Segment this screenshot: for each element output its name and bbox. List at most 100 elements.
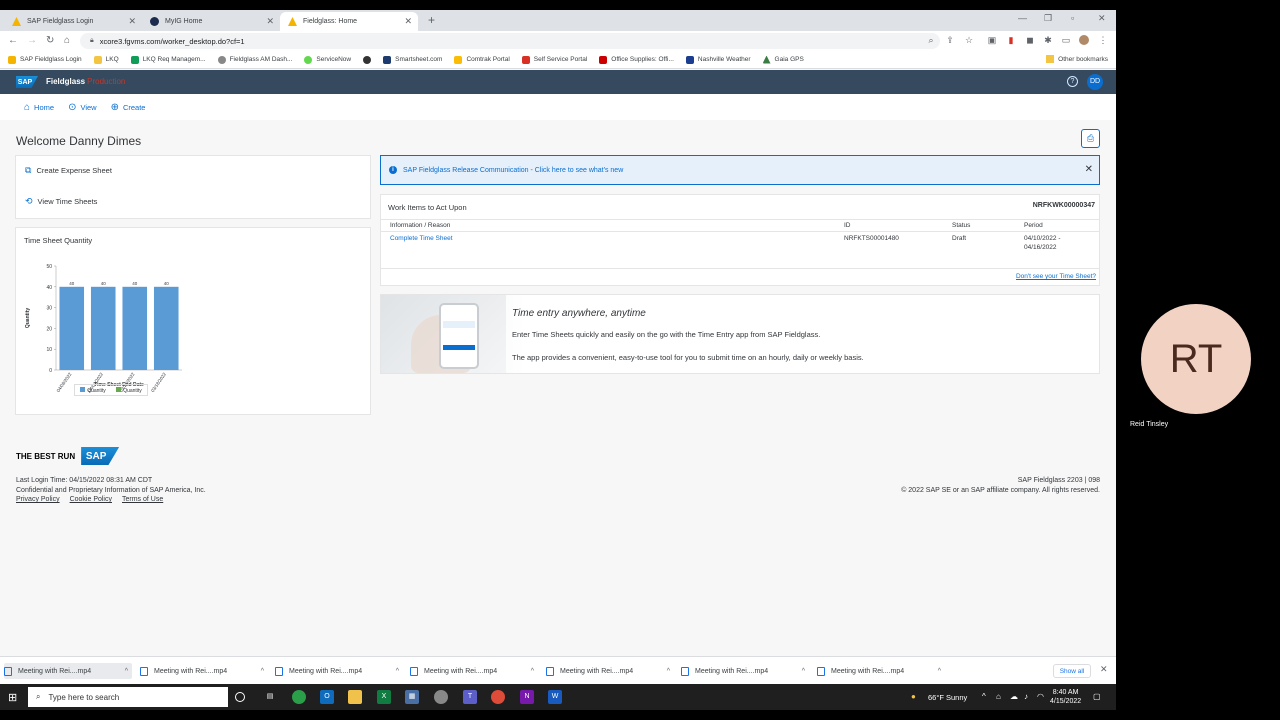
legend-item[interactable]: Quantity	[116, 386, 142, 394]
restore-icon[interactable]: ❐	[1044, 13, 1052, 24]
tab-sap-fieldglass-login[interactable]: SAP Fieldglass Login ✕	[4, 12, 142, 31]
chrome-icon[interactable]	[491, 690, 505, 704]
menu-dots-icon[interactable]: ⋮	[1098, 35, 1108, 45]
taskbar-search[interactable]: ⌕ Type here to search	[28, 687, 228, 707]
reload-icon[interactable]: ↻	[46, 35, 54, 46]
view-time-sheets-link[interactable]: ⟲ View Time Sheets	[25, 196, 97, 207]
windows-start-icon[interactable]: ⊞	[8, 691, 17, 704]
banner-text[interactable]: SAP Fieldglass Release Communication - C…	[403, 167, 623, 174]
chrome-alt-icon[interactable]	[292, 690, 306, 704]
download-item[interactable]: Meeting with Rei....mp4 ^	[681, 663, 809, 679]
task-view-icon[interactable]: ▤	[263, 690, 277, 704]
extension-icon[interactable]: ▣	[987, 35, 997, 45]
bookmark-star-icon[interactable]: ☆	[964, 35, 974, 45]
tab-fieldglass-home[interactable]: Fieldglass: Home ✕	[280, 12, 418, 31]
bookmark-item[interactable]: Smartsheet.com	[383, 55, 442, 64]
wifi-icon[interactable]: ◠	[1037, 692, 1044, 701]
system-clock[interactable]: 8:40 AM 4/15/2022	[1050, 688, 1081, 706]
new-tab-icon[interactable]: +	[428, 13, 435, 27]
missing-timesheet-link[interactable]: Don't see your Time Sheet?	[1016, 273, 1096, 280]
windows-taskbar: ⊞ ⌕ Type here to search ▤ O X ▦ T N W ● …	[0, 684, 1116, 710]
bookmark-item[interactable]: Nashville Weather	[685, 55, 751, 64]
extension-icon[interactable]: ◼	[1025, 35, 1035, 45]
volume-icon[interactable]: ♪	[1024, 692, 1028, 701]
download-item[interactable]: Meeting with Rei....mp4 ^	[275, 663, 403, 679]
tray-chevron-icon[interactable]: ^	[982, 692, 986, 701]
privacy-policy-link[interactable]: Privacy Policy	[16, 495, 60, 505]
back-icon[interactable]: ←	[8, 35, 18, 46]
bookmark-item[interactable]: Office Supplies: Offi...	[599, 55, 674, 64]
bookmark-item[interactable]: ServiceNow	[304, 55, 351, 64]
nav-view[interactable]: ⊙ View	[68, 102, 97, 113]
chevron-up-icon[interactable]: ^	[802, 668, 805, 675]
bookmark-item[interactable]	[363, 55, 372, 64]
chevron-up-icon[interactable]: ^	[531, 668, 534, 675]
show-all-downloads-button[interactable]: Show all	[1053, 664, 1091, 678]
weather-sun-icon[interactable]: ●	[911, 692, 916, 701]
help-icon[interactable]: ?	[1067, 76, 1078, 87]
bookmark-item[interactable]: Gaia GPS	[762, 55, 804, 64]
forward-icon[interactable]: →	[27, 35, 37, 46]
snipping-tool-icon[interactable]	[434, 690, 448, 704]
download-item[interactable]: Meeting with Rei....mp4 ^	[817, 663, 945, 679]
maximize-icon[interactable]: ▫	[1071, 13, 1074, 23]
onenote-icon[interactable]: N	[520, 690, 534, 704]
cloud-icon[interactable]: ☁	[1010, 692, 1018, 701]
bookmark-item[interactable]: SAP Fieldglass Login	[8, 55, 82, 64]
chevron-up-icon[interactable]: ^	[667, 668, 670, 675]
bookmark-item[interactable]: LKQ Req Managem...	[130, 55, 206, 64]
create-expense-sheet-link[interactable]: ⧉ Create Expense Sheet	[25, 165, 112, 176]
legend-item[interactable]: Quantity	[80, 386, 106, 394]
network-icon[interactable]: ⌂	[996, 692, 1001, 701]
download-item[interactable]: Meeting with Rei....mp4 ^	[546, 663, 674, 679]
download-item[interactable]: Meeting with Rei....mp4 ^	[410, 663, 538, 679]
bookmark-item[interactable]: Comtrak Portal	[454, 55, 510, 64]
sap-logo[interactable]: SAP	[16, 76, 38, 88]
complete-time-sheet-link[interactable]: Complete Time Sheet	[390, 235, 453, 242]
bookmark-item[interactable]: LKQ	[93, 55, 119, 64]
download-item[interactable]: Meeting with Rei....mp4 ^	[4, 663, 132, 679]
terms-of-use-link[interactable]: Terms of Use	[122, 495, 163, 505]
excel-icon[interactable]: X	[377, 690, 391, 704]
cortana-icon[interactable]	[235, 692, 245, 702]
close-window-icon[interactable]: ✕	[1098, 13, 1106, 24]
home-icon[interactable]: ⌂	[64, 35, 70, 46]
weather-text[interactable]: 66°F Sunny	[928, 693, 967, 702]
bookmark-item[interactable]: Fieldglass AM Dash...	[217, 55, 293, 64]
close-tab-icon[interactable]: ✕	[128, 16, 136, 27]
release-communication-banner[interactable]: i SAP Fieldglass Release Communication -…	[380, 155, 1100, 185]
bookmark-item[interactable]: Self Service Portal	[521, 55, 587, 64]
cookie-policy-link[interactable]: Cookie Policy	[70, 495, 112, 505]
nav-create[interactable]: ⊕ Create	[111, 102, 146, 113]
print-button[interactable]: ⎙	[1081, 129, 1100, 148]
outlook-icon[interactable]: O	[320, 690, 334, 704]
extension-icon[interactable]: ▮	[1006, 35, 1016, 45]
minimize-icon[interactable]: —	[1018, 13, 1027, 23]
teams-icon[interactable]: T	[463, 690, 477, 704]
file-explorer-icon[interactable]	[348, 690, 362, 704]
tab-myig-home[interactable]: MyIG Home ✕	[142, 12, 280, 31]
user-avatar[interactable]: DD	[1087, 74, 1103, 90]
puzzle-icon[interactable]: ✱	[1043, 35, 1053, 45]
close-tab-icon[interactable]: ✕	[266, 16, 274, 27]
zoom-icon[interactable]: ⌕	[926, 35, 936, 45]
notifications-icon[interactable]: ▢	[1093, 692, 1101, 701]
close-tab-icon[interactable]: ✕	[404, 16, 412, 27]
bookmark-label: Fieldglass AM Dash...	[229, 56, 293, 63]
url-bar[interactable]: 🔒︎ xcore3.fgvms.com/worker_desktop.do?cf…	[80, 33, 940, 49]
calculator-icon[interactable]: ▦	[405, 690, 419, 704]
nav-home[interactable]: ⌂ Home	[24, 102, 54, 113]
other-bookmarks[interactable]: Other bookmarks	[1046, 55, 1108, 63]
share-icon[interactable]: ⇪	[945, 35, 955, 45]
download-item[interactable]: Meeting with Rei....mp4 ^	[140, 663, 268, 679]
profile-avatar[interactable]	[1079, 35, 1089, 45]
word-icon[interactable]: W	[548, 690, 562, 704]
chevron-up-icon[interactable]: ^	[125, 668, 128, 675]
chevron-up-icon[interactable]: ^	[396, 668, 399, 675]
close-icon[interactable]: ✕	[1085, 164, 1093, 175]
url-text: xcore3.fgvms.com/worker_desktop.do?cf=1	[99, 36, 245, 46]
sidebar-icon[interactable]: ▭	[1061, 35, 1071, 45]
close-downloads-icon[interactable]: ✕	[1100, 664, 1108, 675]
chevron-up-icon[interactable]: ^	[261, 668, 264, 675]
chevron-up-icon[interactable]: ^	[938, 668, 941, 675]
